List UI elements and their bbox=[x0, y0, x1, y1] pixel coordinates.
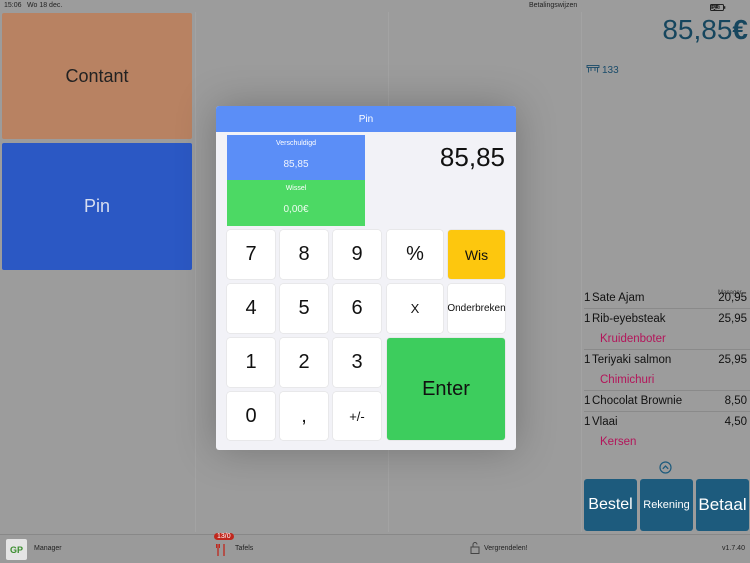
status-bar: 15:06 Wo 18 dec. Betalingswijzen 2% bbox=[0, 0, 750, 12]
order-name: Vlaai bbox=[592, 416, 618, 428]
amount-display: 85,85 bbox=[439, 142, 505, 172]
payment-pin-button[interactable]: Pin bbox=[2, 143, 192, 270]
status-title: Betalingswijzen bbox=[529, 2, 578, 9]
order-price: 20,95 bbox=[718, 292, 747, 304]
table-icon bbox=[586, 64, 600, 76]
cutlery-icon bbox=[215, 543, 227, 559]
change-box: Wissel 0,00€ bbox=[227, 180, 365, 226]
status-date: Wo 18 dec. bbox=[27, 2, 63, 9]
payment-cash-button[interactable]: Contant bbox=[2, 13, 192, 139]
payment-cash-label: Contant bbox=[65, 65, 129, 86]
betaal-button[interactable]: Betaal bbox=[696, 479, 749, 531]
key-6[interactable]: 6 bbox=[333, 284, 381, 333]
table-number: 133 bbox=[602, 64, 619, 76]
order-price: 8,50 bbox=[724, 395, 747, 407]
key-4[interactable]: 4 bbox=[227, 284, 275, 333]
key-comma[interactable]: , bbox=[280, 392, 328, 440]
amount-owed-value: 85,85 bbox=[283, 159, 309, 170]
key-3[interactable]: 3 bbox=[333, 338, 381, 387]
payment-pin-label: Pin bbox=[83, 196, 110, 216]
key-percent[interactable]: % bbox=[387, 230, 443, 279]
order-modifier: Chimichuri bbox=[584, 370, 750, 391]
order-qty: 1 bbox=[584, 354, 591, 366]
key-1[interactable]: 1 bbox=[227, 338, 275, 387]
order-modifier: Kersen bbox=[600, 436, 637, 448]
key-2[interactable]: 2 bbox=[280, 338, 328, 387]
app-logo-icon[interactable]: GP bbox=[6, 539, 27, 560]
order-name: Rib-eyebsteak bbox=[592, 313, 666, 325]
order-total-currency: € bbox=[732, 14, 748, 45]
tables-badge: 13/0 bbox=[214, 533, 234, 540]
order-item[interactable]: 1 Chocolat Brownie 8,50 bbox=[584, 391, 750, 412]
table-indicator[interactable]: 133 bbox=[586, 64, 619, 76]
order-qty: 1 bbox=[584, 313, 591, 325]
pin-payment-dialog: Pin Verschuldigd 85,85 Wissel 0,00€ 85,8… bbox=[216, 106, 516, 450]
enter-button[interactable]: Enter bbox=[387, 338, 505, 440]
grid-divider bbox=[581, 12, 582, 532]
lock-button[interactable]: Vergrendelen! bbox=[470, 541, 528, 556]
dialog-title: Pin bbox=[216, 106, 516, 132]
status-time: 15:06 bbox=[4, 2, 22, 9]
clear-button[interactable]: Wis bbox=[448, 230, 505, 279]
key-8[interactable]: 8 bbox=[280, 230, 328, 279]
key-0[interactable]: 0 bbox=[227, 392, 275, 440]
change-label: Wissel bbox=[285, 185, 307, 192]
key-multiply[interactable]: X bbox=[387, 284, 443, 333]
bestel-button[interactable]: Bestel bbox=[584, 479, 637, 531]
order-price: 25,95 bbox=[718, 313, 747, 325]
order-item[interactable]: 1 Vlaai 4,50 bbox=[584, 412, 750, 432]
order-qty: 1 bbox=[584, 395, 591, 407]
order-price: 4,50 bbox=[724, 416, 747, 428]
order-name: Chocolat Brownie bbox=[592, 395, 683, 407]
key-5[interactable]: 5 bbox=[280, 284, 328, 333]
amount-owed-box: Verschuldigd 85,85 bbox=[227, 135, 365, 180]
rekening-button[interactable]: Rekening bbox=[640, 479, 693, 531]
bottom-bar: GP Manager 13/0 Tafels Vergrendelen! v1.… bbox=[0, 533, 750, 563]
order-qty: 1 bbox=[584, 416, 591, 428]
app-logo-text: GP bbox=[9, 544, 23, 555]
lock-label: Vergrendelen! bbox=[484, 545, 528, 552]
order-item[interactable]: 1 Rib-eyebsteak 25,95 bbox=[584, 309, 750, 329]
lock-icon bbox=[470, 541, 480, 556]
app-version: v1.7.40 bbox=[722, 545, 745, 552]
abort-button[interactable]: Onderbreken bbox=[447, 284, 506, 333]
manager-user[interactable]: Manager bbox=[34, 545, 62, 552]
order-qty: 1 bbox=[584, 292, 591, 304]
battery-icon bbox=[710, 4, 726, 13]
order-list: 1 Sate Ajam 20,95 1 Rib-eyebsteak 25,95 … bbox=[584, 288, 750, 452]
expand-up-icon[interactable] bbox=[659, 461, 672, 479]
order-price: 25,95 bbox=[718, 354, 747, 366]
order-total: 85,85€ bbox=[662, 14, 748, 46]
key-9[interactable]: 9 bbox=[333, 230, 381, 279]
key-plus-minus[interactable]: +/- bbox=[333, 392, 381, 440]
amount-owed-label: Verschuldigd bbox=[275, 140, 317, 147]
order-name: Teriyaki salmon bbox=[592, 354, 672, 366]
order-modifier: Kruidenboter bbox=[584, 329, 750, 350]
change-value: 0,00€ bbox=[283, 204, 309, 215]
tables-label: Tafels bbox=[235, 545, 254, 552]
grid-divider bbox=[195, 12, 196, 532]
order-item[interactable]: 1 Teriyaki salmon 25,95 bbox=[584, 350, 750, 370]
order-item[interactable]: 1 Sate Ajam 20,95 bbox=[584, 288, 750, 309]
key-7[interactable]: 7 bbox=[227, 230, 275, 279]
order-name: Sate Ajam bbox=[592, 292, 645, 304]
order-total-amount: 85,85 bbox=[662, 14, 733, 45]
